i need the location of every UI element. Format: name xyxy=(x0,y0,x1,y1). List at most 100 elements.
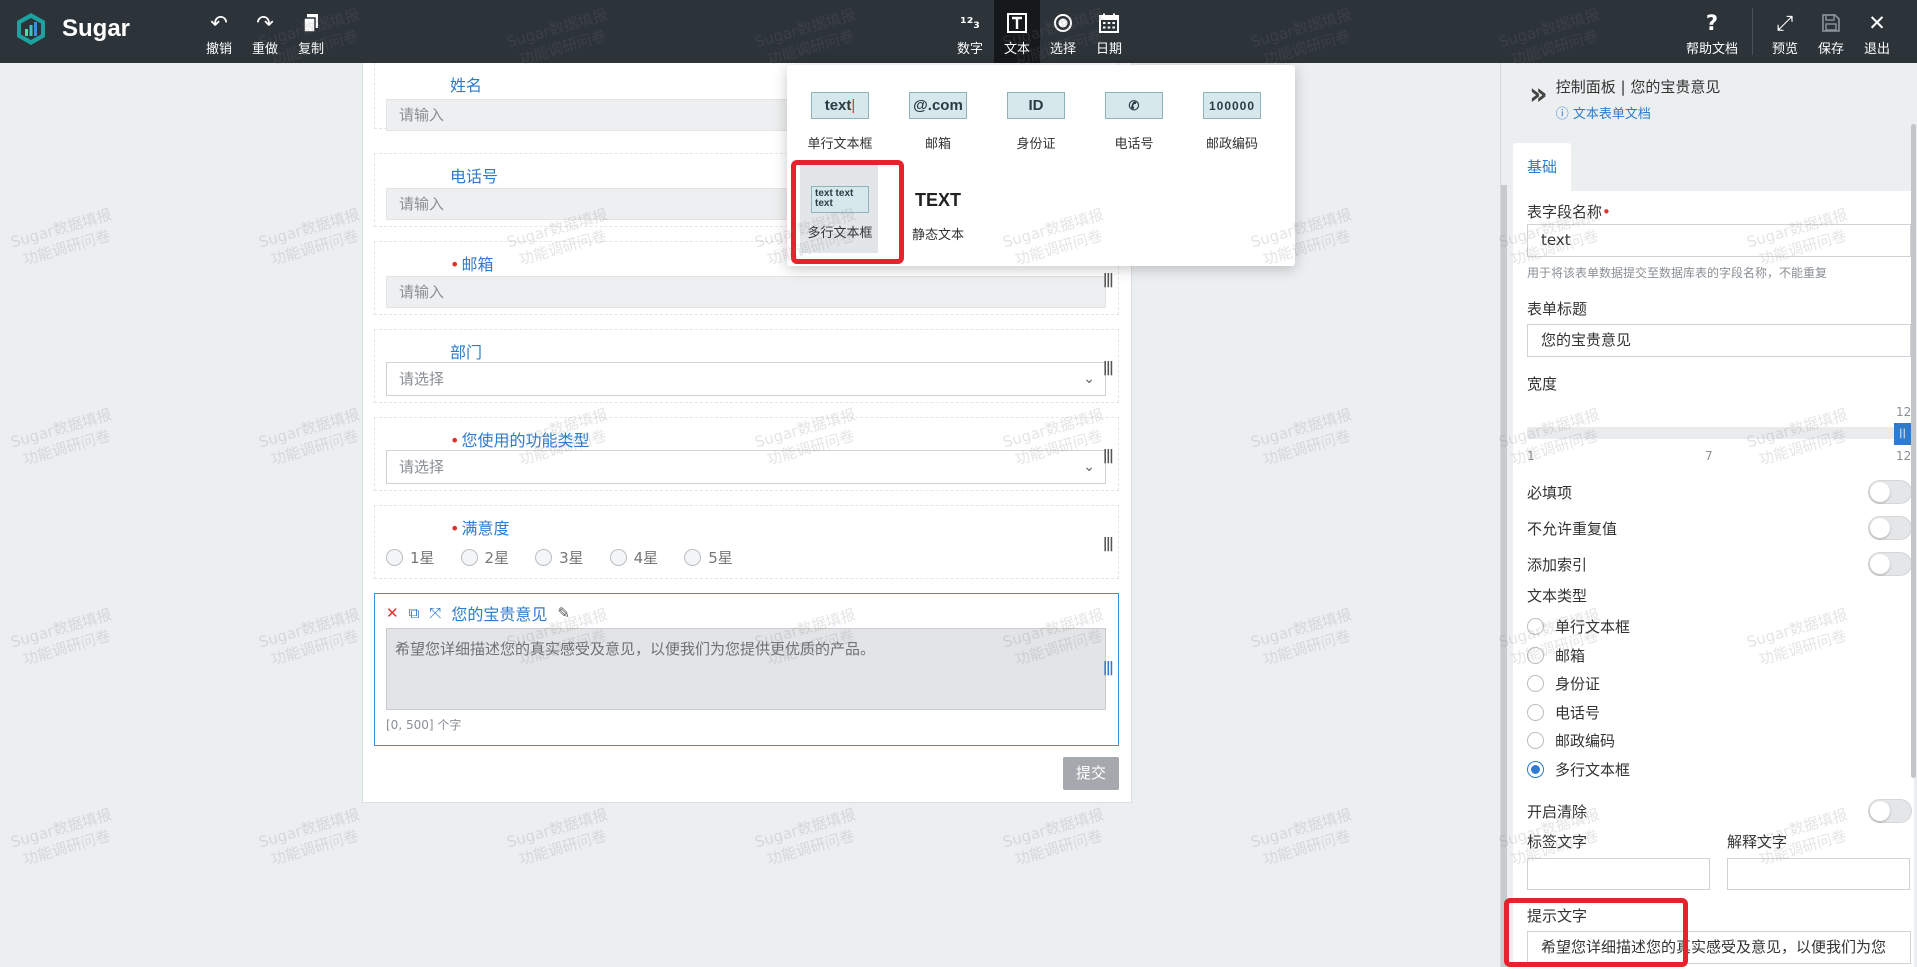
explain-text-input[interactable] xyxy=(1727,858,1910,890)
menu-item-email[interactable]: @.com 邮箱 xyxy=(890,92,986,152)
watermark: Sugar数据填报 功能调研问卷 xyxy=(1249,404,1360,471)
doc-link[interactable]: ⓘ 文本表单文档 xyxy=(1556,103,1721,122)
field-feedback[interactable]: ✕ ⧉ ⤧ 您的宝贵意见 ✎ 希望您详细描述您的真实感受及意见，以便我们为您提供… xyxy=(374,593,1119,746)
watermark: Sugar数据填报 功能调研问卷 xyxy=(505,804,616,871)
radio-circle[interactable] xyxy=(386,549,403,566)
radio-option[interactable]: 1星 xyxy=(386,547,435,568)
app-name: Sugar xyxy=(62,15,131,42)
expand-icon: ⤢ xyxy=(1776,10,1794,35)
number-label: 数字 xyxy=(956,42,983,57)
radio-circle[interactable] xyxy=(609,549,627,566)
submit-button[interactable]: 提交 xyxy=(1063,757,1119,790)
number-button[interactable]: ¹²₃ 数字 xyxy=(948,10,992,57)
panel-scrollbar[interactable] xyxy=(1501,185,1507,967)
menu-item-postcode[interactable]: 100000 邮政编码 xyxy=(1184,92,1280,152)
text-type-option[interactable]: 邮政编码 xyxy=(1527,730,1615,751)
width-slider[interactable] xyxy=(1527,427,1907,439)
exit-button[interactable]: ✕ 退出 xyxy=(1855,10,1899,57)
text-type-dropdown: text | 单行文本框 @.com 邮箱 ID 身份证 ✆ 电话号 100000… xyxy=(787,65,1295,266)
radio-option[interactable]: 3星 xyxy=(535,547,584,568)
save-button[interactable]: 保存 xyxy=(1809,10,1853,57)
text-type-option[interactable]: 邮箱 xyxy=(1527,645,1585,666)
edit-pencil-icon[interactable]: ✎ xyxy=(557,604,570,622)
radio-circle[interactable] xyxy=(460,549,478,566)
help-circle-icon: ⓘ xyxy=(1555,107,1573,122)
field-label: 您的宝贵意见 xyxy=(451,605,548,624)
radio-option[interactable]: 4星 xyxy=(609,547,658,568)
undo-button[interactable]: ↶ 撤销 xyxy=(197,10,241,57)
text-icon xyxy=(1007,10,1027,36)
panel-body: 表字段名称• text 用于将该表单数据提交至数据库表的字段名称，不能重复 表单… xyxy=(1513,191,1914,967)
radio-circle[interactable] xyxy=(535,549,553,566)
radio-circle[interactable] xyxy=(1527,618,1544,635)
required-toggle[interactable] xyxy=(1868,480,1912,504)
required-mark: • xyxy=(450,519,460,538)
radio-circle[interactable] xyxy=(684,549,702,566)
no-duplicate-toggle[interactable] xyxy=(1868,516,1912,540)
slider-handle[interactable]: || xyxy=(1894,423,1911,445)
tag-text-input[interactable] xyxy=(1527,858,1710,890)
form-title-label: 表单标题 xyxy=(1527,300,1588,318)
menu-item-label: 单行文本框 xyxy=(807,137,873,152)
text-type-option[interactable]: 多行文本框 xyxy=(1527,759,1630,780)
radio-label: 多行文本框 xyxy=(1555,761,1631,779)
redo-button[interactable]: ↷ 重做 xyxy=(243,10,287,57)
department-select[interactable]: 请选择 ⌄ xyxy=(386,362,1106,396)
copy-icon xyxy=(302,10,320,36)
field-feature-type[interactable]: • 您使用的功能类型 请选择 ⌄ ||| xyxy=(374,417,1119,491)
text-type-option[interactable]: 电话号 xyxy=(1527,702,1600,723)
form-title-input[interactable]: 您的宝贵意见 xyxy=(1527,324,1911,357)
feature-type-select[interactable]: 请选择 ⌄ xyxy=(386,450,1106,484)
text-button[interactable]: 文本 xyxy=(995,10,1039,57)
drag-handle-icon[interactable]: ||| xyxy=(1103,272,1114,288)
menu-item-id-card[interactable]: ID 身份证 xyxy=(988,92,1084,152)
fullscreen-icon[interactable]: ⤧ xyxy=(429,604,441,622)
drag-handle-icon[interactable]: ||| xyxy=(1103,448,1114,464)
radio-label: 邮政编码 xyxy=(1555,732,1616,750)
tab-basic[interactable]: 基础 xyxy=(1513,143,1571,191)
menu-item-single-line[interactable]: text | 单行文本框 xyxy=(792,92,888,152)
radio-circle-selected[interactable] xyxy=(1527,761,1544,778)
delete-icon[interactable]: ✕ xyxy=(386,604,399,622)
email-input[interactable]: 请输入 xyxy=(386,276,1106,308)
required-mark: • xyxy=(450,255,460,274)
choice-button[interactable]: 选择 xyxy=(1041,10,1085,57)
collapse-panel-icon[interactable]: ›› xyxy=(1529,80,1548,122)
date-button[interactable]: 日期 xyxy=(1087,10,1131,57)
calendar-icon xyxy=(1099,10,1119,36)
radio-circle[interactable] xyxy=(1527,675,1544,692)
radio-circle[interactable] xyxy=(1527,647,1544,664)
drag-handle-icon[interactable]: ||| xyxy=(1103,360,1114,376)
text-type-option[interactable]: 单行文本框 xyxy=(1527,616,1630,637)
watermark-line: 功能调研问卷 xyxy=(1260,826,1353,869)
feedback-textarea[interactable]: 希望您详细描述您的真实感受及意见，以便我们为您提供更优质的产品。 xyxy=(386,628,1106,710)
clear-toggle[interactable] xyxy=(1868,799,1912,823)
field-department[interactable]: 部门 请选择 ⌄ ||| xyxy=(374,329,1119,403)
help-docs-button[interactable]: ? 帮助文档 xyxy=(1686,10,1738,57)
radio-circle[interactable] xyxy=(1527,732,1544,749)
clear-label: 开启清除 xyxy=(1527,803,1588,821)
cursor-mark: | xyxy=(851,97,856,114)
duplicate-icon[interactable]: ⧉ xyxy=(409,604,420,622)
watermark: Sugar数据填报 功能调研问卷 xyxy=(257,204,368,271)
add-index-toggle[interactable] xyxy=(1868,552,1912,576)
field-name-input[interactable]: text xyxy=(1527,224,1911,257)
field-satisfaction[interactable]: • 满意度 1星 2星 3星 4星 5星 ||| xyxy=(374,505,1119,579)
menu-item-static-text[interactable]: TEXT 静态文本 xyxy=(890,186,986,243)
satisfaction-radio-group: 1星 2星 3星 4星 5星 xyxy=(386,547,733,568)
watermark: Sugar数据填报 功能调研问卷 xyxy=(9,404,120,471)
width-label: 宽度 xyxy=(1527,375,1558,393)
drag-handle-icon[interactable]: ||| xyxy=(1103,536,1114,552)
width-max: 12 xyxy=(1896,449,1912,463)
copy-button[interactable]: 复制 xyxy=(289,10,333,57)
preview-button[interactable]: ⤢ 预览 xyxy=(1763,10,1807,57)
radio-option[interactable]: 2星 xyxy=(460,547,509,568)
drag-handle-icon[interactable]: ||| xyxy=(1103,660,1114,676)
text-type-option[interactable]: 身份证 xyxy=(1527,673,1600,694)
watermark-line: 功能调研问卷 xyxy=(1012,826,1105,869)
menu-item-phone[interactable]: ✆ 电话号 xyxy=(1086,92,1182,152)
radio-circle[interactable] xyxy=(1527,704,1544,721)
watermark-line: 功能调研问卷 xyxy=(268,426,361,469)
radio-option[interactable]: 5星 xyxy=(684,547,733,568)
page-scrollbar[interactable] xyxy=(1911,124,1916,778)
